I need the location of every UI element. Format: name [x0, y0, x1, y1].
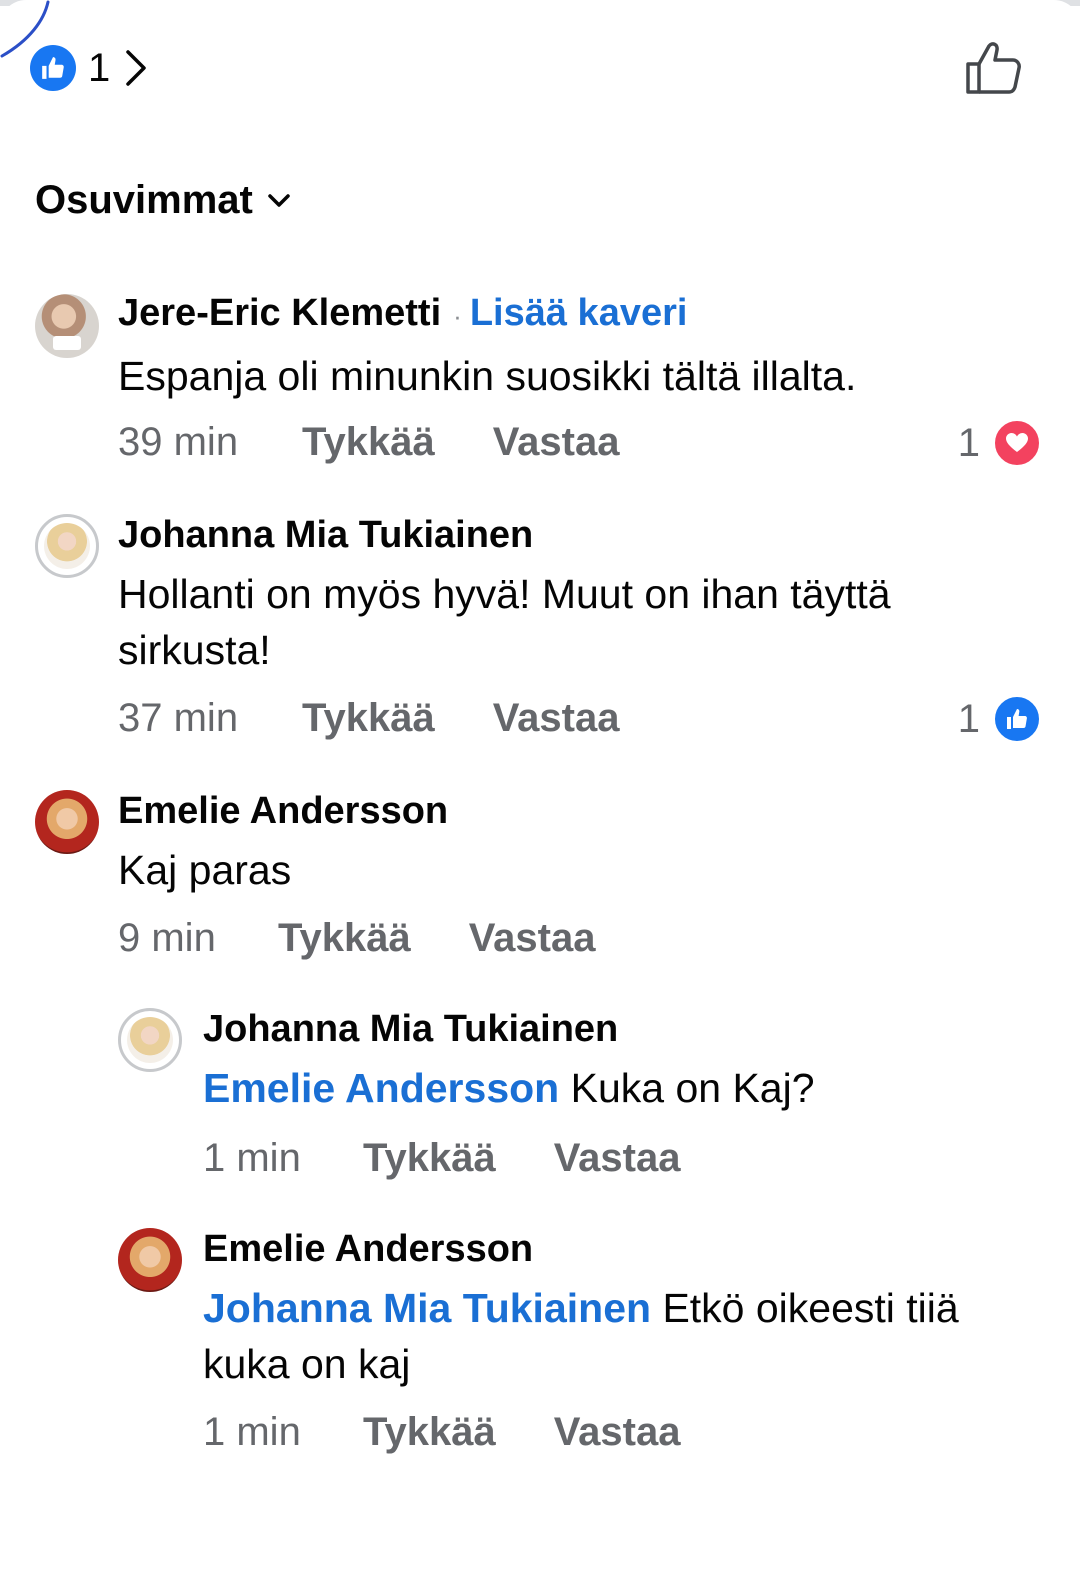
reply-text-content: Kuka on Kaj?: [559, 1065, 815, 1111]
comment-author[interactable]: Emelie Andersson: [118, 790, 448, 833]
like-action-button[interactable]: Tykkää: [363, 1136, 496, 1181]
reply-text: Johanna Mia Tukiainen Etkö oikeesti tiiä…: [203, 1280, 1023, 1392]
reply-action-button[interactable]: Vastaa: [554, 1410, 681, 1455]
avatar[interactable]: [118, 1008, 182, 1072]
reply-time: 1 min: [203, 1410, 301, 1454]
chevron-right-icon: [124, 48, 148, 88]
avatar[interactable]: [118, 1228, 182, 1292]
like-action-button[interactable]: Tykkää: [302, 696, 435, 741]
comment-author[interactable]: Johanna Mia Tukiainen: [118, 514, 533, 557]
avatar[interactable]: [35, 790, 99, 854]
heart-reaction-icon: [992, 418, 1042, 468]
comment-reaction-count: 1: [957, 696, 980, 741]
comment-text: Espanja oli minunkin suosikki tältä illa…: [118, 353, 857, 399]
mention-link[interactable]: Emelie Andersson: [203, 1065, 559, 1111]
avatar[interactable]: [35, 514, 99, 578]
comment-author[interactable]: Jere-Eric Klemetti: [118, 292, 441, 335]
reply-action-button[interactable]: Vastaa: [493, 696, 620, 741]
sort-dropdown[interactable]: Osuvimmat: [35, 178, 291, 223]
reply-action-button[interactable]: Vastaa: [554, 1136, 681, 1181]
sort-label: Osuvimmat: [35, 178, 253, 222]
separator-dot: ·: [453, 301, 462, 331]
comment-reaction-count: 1: [957, 420, 980, 465]
like-outline-icon: [966, 42, 1021, 94]
add-friend-link[interactable]: Lisää kaveri: [470, 292, 688, 335]
comment-text: Kaj paras: [118, 847, 292, 893]
reply-author[interactable]: Johanna Mia Tukiainen: [203, 1008, 618, 1051]
reaction-summary[interactable]: 1: [30, 42, 148, 94]
comment-reactions[interactable]: 1: [958, 694, 1042, 744]
reply-action-button[interactable]: Vastaa: [493, 420, 620, 465]
reply-author[interactable]: Emelie Andersson: [203, 1228, 533, 1271]
comments-sheet: 1 Osuvimmat Jere-Eric Klemetti · Lisää k…: [0, 0, 1080, 1577]
like-action-button[interactable]: Tykkää: [363, 1410, 496, 1455]
like-reaction-icon: [992, 694, 1042, 744]
comment-time: 9 min: [118, 916, 216, 960]
like-badge-icon: [30, 45, 76, 91]
like-action-button[interactable]: Tykkää: [302, 420, 435, 465]
like-button[interactable]: [964, 38, 1024, 98]
mention-link[interactable]: Johanna Mia Tukiainen: [203, 1285, 651, 1331]
avatar[interactable]: [35, 294, 99, 358]
chevron-down-icon: [267, 193, 291, 209]
reaction-count: 1: [88, 46, 111, 90]
comment-reactions[interactable]: 1: [958, 418, 1042, 468]
reply-time: 1 min: [203, 1136, 301, 1180]
comment-time: 39 min: [118, 420, 239, 464]
like-action-button[interactable]: Tykkää: [278, 916, 411, 961]
comment-time: 37 min: [118, 696, 239, 740]
comment-text: Hollanti on myös hyvä! Muut on ihan täyt…: [118, 571, 891, 673]
reply-action-button[interactable]: Vastaa: [469, 916, 596, 961]
reply-text: Emelie Andersson Kuka on Kaj?: [203, 1060, 1023, 1116]
